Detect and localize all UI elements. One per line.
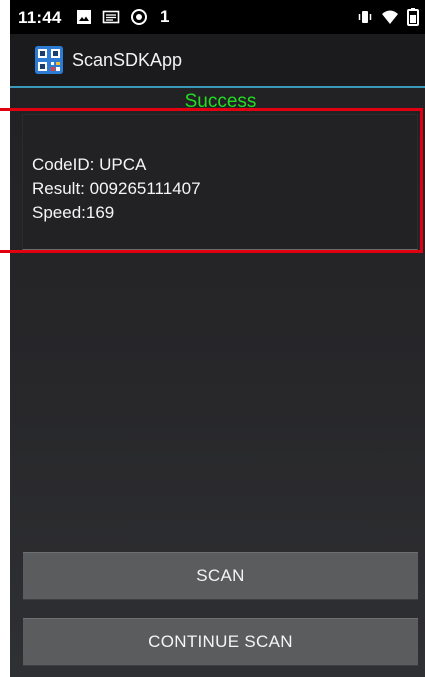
screenshot-icon — [102, 9, 120, 25]
result-value: Result: 009265111407 — [32, 179, 201, 198]
status-time: 11:44 — [18, 8, 62, 27]
app-bar: ScanSDKApp — [10, 34, 425, 86]
status-bar: 11:44 1 — [10, 0, 425, 34]
result-text-area[interactable]: CodeID: UPCA Result: 009265111407 Speed:… — [22, 114, 418, 250]
scan-status-text: Success — [184, 91, 257, 112]
phone-screen: 11:44 1 ScanSDKApp Success CodeID: UPCA … — [10, 0, 425, 677]
continue-scan-button[interactable]: CONTINUE SCAN — [23, 618, 418, 666]
status-icons-left: 1 — [76, 7, 170, 26]
wifi-icon — [381, 9, 399, 25]
bottom-strip — [10, 669, 425, 677]
result-code-id: CodeID: UPCA — [32, 155, 147, 174]
scan-button[interactable]: SCAN — [23, 552, 418, 600]
app-title: ScanSDKApp — [72, 50, 183, 70]
result-speed: Speed:169 — [32, 203, 115, 222]
sync-icon — [130, 8, 148, 26]
result-lines: CodeID: UPCA Result: 009265111407 Speed:… — [32, 153, 201, 225]
qr-code-icon — [35, 46, 63, 74]
status-icons-right — [357, 8, 419, 26]
battery-icon — [407, 8, 419, 26]
vibrate-icon — [357, 9, 373, 25]
app-bar-divider — [10, 86, 425, 88]
notification-count: 1 — [160, 7, 170, 26]
image-icon — [76, 9, 92, 25]
